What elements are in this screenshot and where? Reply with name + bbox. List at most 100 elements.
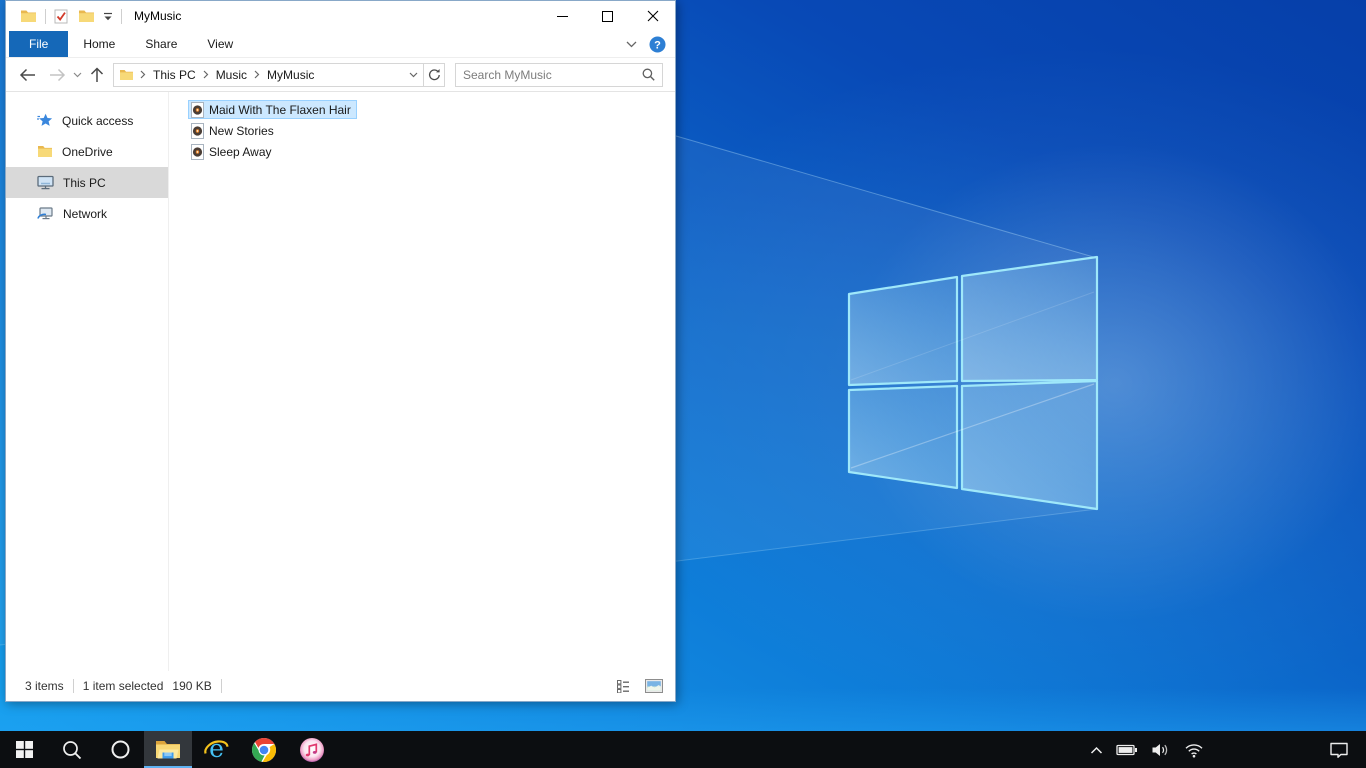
- breadcrumb-item-music[interactable]: Music: [211, 64, 252, 86]
- chrome-button[interactable]: [240, 731, 288, 768]
- onedrive-folder-icon: [38, 146, 52, 157]
- windows-logo-icon: [15, 741, 33, 758]
- network-indicator[interactable]: [1181, 742, 1207, 758]
- internet-explorer-button[interactable]: e: [192, 731, 240, 768]
- window-title: MyMusic: [134, 9, 182, 23]
- network-icon: [37, 206, 53, 219]
- cortana-button[interactable]: [96, 731, 144, 768]
- explorer-app-icon: [18, 7, 39, 25]
- sidebar-item-label: OneDrive: [62, 144, 113, 159]
- navigation-bar: This PC Music MyMusic: [6, 58, 675, 92]
- search-icon[interactable]: [642, 68, 655, 81]
- statusbar-separator: [72, 679, 74, 693]
- taskbar-search-button[interactable]: [48, 731, 96, 768]
- up-button[interactable]: [85, 62, 109, 88]
- help-icon[interactable]: ?: [649, 36, 666, 53]
- file-explorer-icon: [156, 741, 180, 759]
- address-dropdown-button[interactable]: [403, 64, 423, 86]
- breadcrumb-item-this-pc[interactable]: This PC: [148, 64, 201, 86]
- wifi-icon: [1185, 743, 1203, 757]
- system-tray: [1087, 731, 1366, 768]
- forward-button[interactable]: [45, 62, 69, 88]
- arrow-right-icon: [49, 68, 65, 81]
- qat-separator: [121, 8, 122, 24]
- sidebar-item-quick-access[interactable]: Quick access: [6, 105, 168, 136]
- refresh-button[interactable]: [424, 64, 444, 86]
- maximize-button[interactable]: [585, 1, 630, 31]
- show-hidden-icons-button[interactable]: [1087, 746, 1106, 754]
- address-folder-icon: [114, 69, 138, 81]
- tab-file[interactable]: File: [9, 31, 69, 57]
- status-bar: 3 items 1 item selected 190 KB: [6, 671, 675, 701]
- file-row-sleep-away[interactable]: Sleep Away: [188, 142, 278, 161]
- battery-icon: [1116, 744, 1137, 755]
- window-controls: [540, 1, 675, 31]
- chevron-down-icon: [409, 72, 417, 77]
- selection-size: 190 KB: [172, 679, 212, 693]
- title-bar: MyMusic: [6, 1, 675, 31]
- ribbon-right-controls: ?: [626, 31, 675, 57]
- tab-view[interactable]: View: [192, 31, 248, 57]
- sidebar-item-network[interactable]: Network: [6, 198, 168, 229]
- volume-icon: [1152, 743, 1168, 756]
- action-center-icon: [1330, 742, 1348, 758]
- tab-home[interactable]: Home: [68, 31, 130, 57]
- view-toggle-buttons: [614, 676, 665, 696]
- file-row-maid-with-the-flaxen-hair[interactable]: Maid With The Flaxen Hair: [188, 100, 357, 119]
- properties-qat-icon[interactable]: [52, 7, 70, 26]
- search-icon: [63, 740, 82, 759]
- music-file-icon: [191, 101, 204, 118]
- quick-access-star-icon: [37, 113, 53, 126]
- taskbar-file-explorer-button[interactable]: [144, 731, 192, 768]
- music-file-icon: [191, 122, 204, 139]
- minimize-icon: [557, 15, 568, 17]
- close-button[interactable]: [630, 1, 675, 31]
- cortana-circle-icon: [111, 740, 129, 759]
- expand-ribbon-chevron-icon[interactable]: [626, 41, 637, 48]
- internet-explorer-icon: e: [203, 736, 228, 763]
- svg-text:e: e: [209, 736, 224, 763]
- svg-text:?: ?: [654, 39, 661, 51]
- chrome-icon: [252, 737, 276, 762]
- navigation-pane: Quick access OneDrive This PC Network: [6, 92, 169, 671]
- address-bar[interactable]: This PC Music MyMusic: [113, 62, 445, 87]
- thumbnail-view-icon: [645, 679, 663, 693]
- arrow-up-icon: [90, 66, 104, 82]
- volume-indicator[interactable]: [1148, 742, 1174, 758]
- sidebar-item-onedrive[interactable]: OneDrive: [6, 136, 168, 167]
- statusbar-separator: [220, 679, 222, 693]
- customize-qat-dropdown-icon[interactable]: [101, 10, 115, 23]
- music-file-icon: [191, 143, 204, 160]
- battery-indicator[interactable]: [1113, 742, 1141, 758]
- refresh-icon: [428, 69, 440, 81]
- search-box[interactable]: [455, 62, 663, 87]
- this-pc-monitor-icon: [37, 175, 54, 190]
- address-bar-right: [403, 63, 444, 86]
- maximize-icon: [602, 10, 613, 22]
- details-view-icon: [617, 679, 629, 693]
- items-count: 3 items: [25, 679, 64, 693]
- file-list: Maid With The Flaxen Hair New Stories Sl…: [169, 92, 675, 671]
- action-center-button[interactable]: [1326, 741, 1352, 759]
- minimize-button[interactable]: [540, 1, 585, 31]
- recent-locations-dropdown[interactable]: [69, 62, 85, 88]
- chevron-down-icon: [73, 72, 81, 77]
- file-name: Maid With The Flaxen Hair: [209, 102, 351, 117]
- sidebar-item-label: This PC: [63, 175, 106, 190]
- arrow-left-icon: [19, 68, 35, 81]
- tab-share[interactable]: Share: [130, 31, 192, 57]
- itunes-button[interactable]: [288, 731, 336, 768]
- details-view-button[interactable]: [614, 676, 636, 696]
- sidebar-item-this-pc[interactable]: This PC: [6, 167, 168, 198]
- new-folder-qat-icon[interactable]: [76, 7, 97, 25]
- file-explorer-window: MyMusic File Home Share View ? This PC M…: [5, 0, 676, 702]
- file-name: New Stories: [209, 123, 274, 138]
- close-icon: [647, 10, 658, 22]
- start-button[interactable]: [0, 731, 48, 768]
- ribbon-tab-bar: File Home Share View ?: [6, 31, 675, 58]
- file-row-new-stories[interactable]: New Stories: [188, 121, 280, 140]
- breadcrumb-item-mymusic[interactable]: MyMusic: [262, 64, 319, 86]
- large-icons-view-button[interactable]: [643, 676, 665, 696]
- back-button[interactable]: [15, 62, 39, 88]
- search-input[interactable]: [463, 67, 642, 82]
